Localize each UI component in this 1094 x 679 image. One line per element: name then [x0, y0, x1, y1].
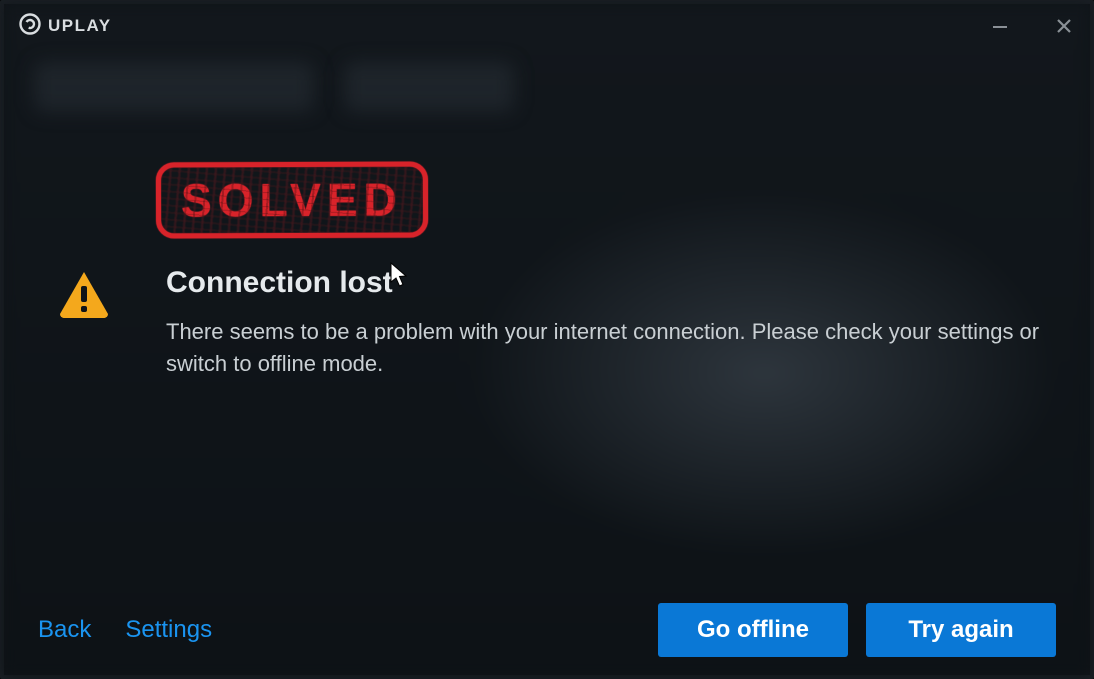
app-window: UPLAY SOLVED Connection lost There: [0, 0, 1094, 679]
footer: Back Settings Go offline Try again: [4, 585, 1090, 675]
solved-stamp: SOLVED: [156, 162, 428, 239]
window-controls: [988, 14, 1076, 38]
error-panel: Connection lost There seems to be a prob…: [58, 266, 1050, 380]
back-link[interactable]: Back: [38, 616, 91, 644]
try-again-button[interactable]: Try again: [866, 603, 1056, 657]
settings-link[interactable]: Settings: [125, 616, 212, 644]
go-offline-button[interactable]: Go offline: [658, 603, 848, 657]
error-text: Connection lost There seems to be a prob…: [166, 266, 1046, 380]
content-area: SOLVED Connection lost There seems to be…: [4, 4, 1090, 675]
error-title: Connection lost: [166, 266, 1046, 300]
minimize-button[interactable]: [988, 14, 1012, 38]
error-message: There seems to be a problem with your in…: [166, 316, 1046, 380]
brand: UPLAY: [18, 12, 112, 41]
app-name: UPLAY: [48, 16, 112, 36]
close-button[interactable]: [1052, 14, 1076, 38]
footer-links: Back Settings: [38, 616, 212, 644]
warning-icon: [58, 270, 110, 323]
footer-buttons: Go offline Try again: [658, 603, 1056, 657]
titlebar: UPLAY: [4, 4, 1090, 48]
uplay-logo-icon: [18, 12, 42, 41]
